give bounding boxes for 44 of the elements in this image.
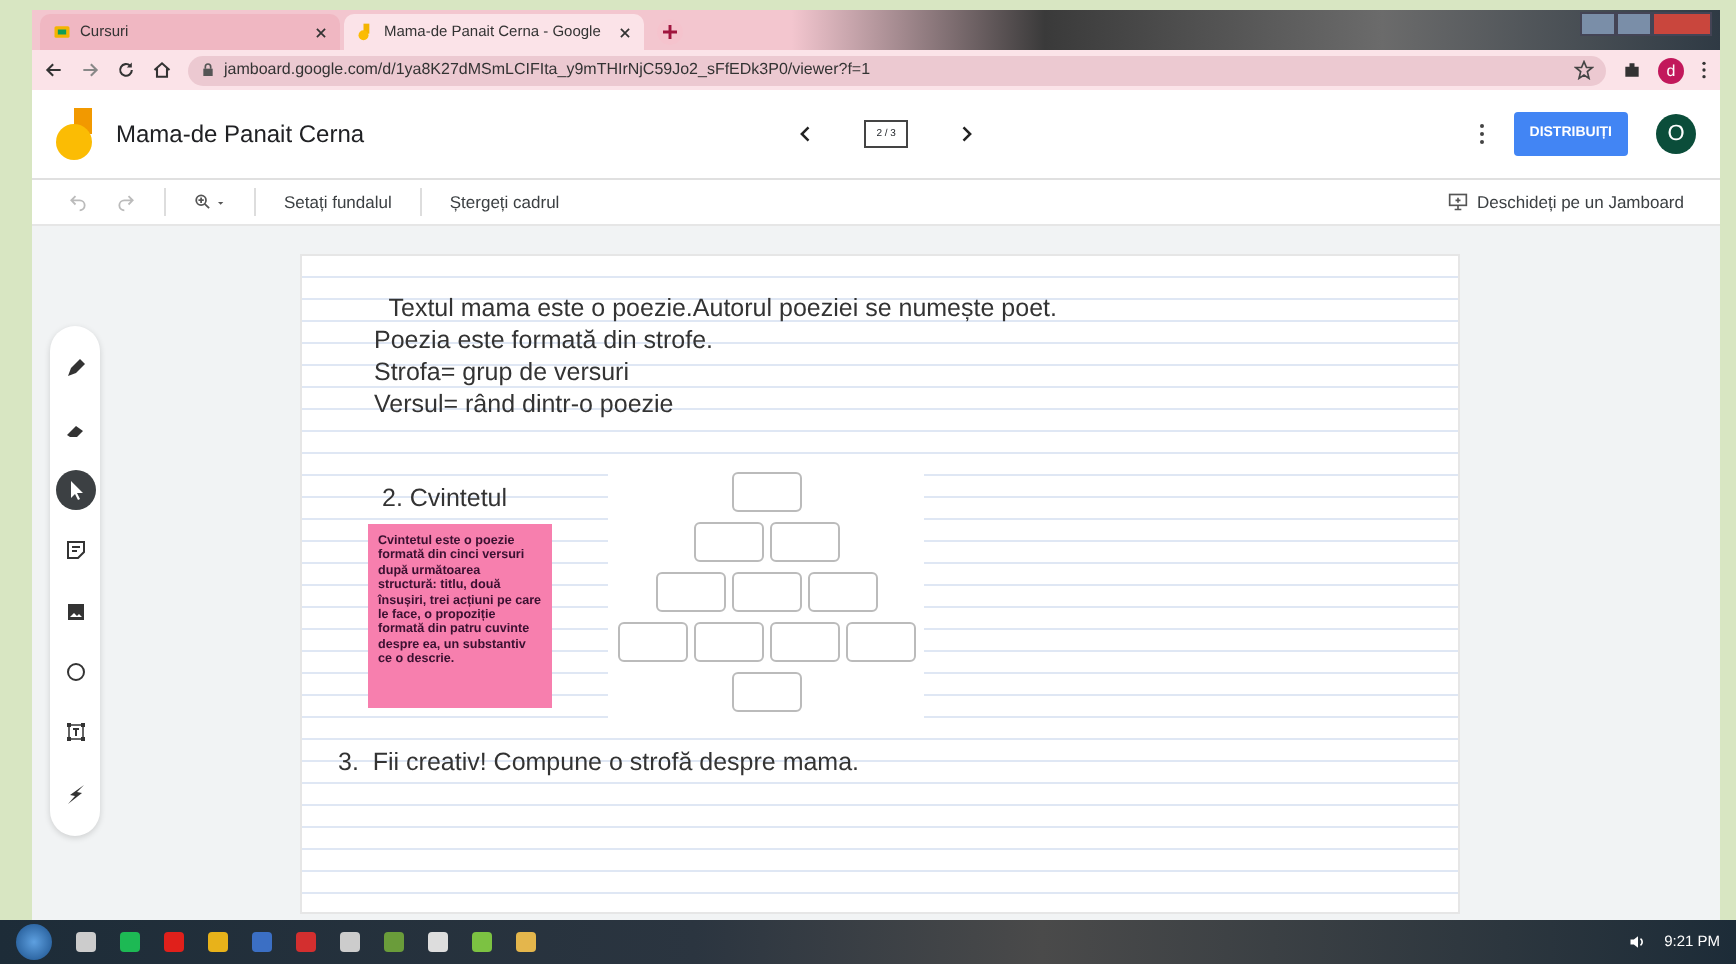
profile-avatar[interactable]: d — [1658, 57, 1684, 83]
text-box-icon — [63, 720, 87, 745]
taskbar-app-icon[interactable] — [120, 932, 140, 952]
circle-icon — [63, 660, 87, 685]
volume-icon[interactable] — [1628, 932, 1649, 952]
monitor-icon — [1445, 192, 1470, 212]
toolbar-button[interactable]: Setați fundalul — [284, 189, 392, 215]
account-avatar[interactable]: O — [1656, 114, 1696, 154]
toolbar-button[interactable]: Ștergeți cadrul — [449, 189, 560, 215]
window-controls[interactable] — [1580, 12, 1712, 36]
taskbar-app-icon[interactable] — [384, 932, 404, 952]
forward-icon[interactable] — [80, 60, 100, 80]
text-line: Poezia este formată din strofe. — [374, 324, 716, 356]
text-line: Strofa= grup de versuri — [374, 356, 631, 388]
tool-button[interactable] — [55, 469, 95, 510]
text-line: Versul= rând dintr-o poezie — [374, 388, 676, 420]
taskbar-app-icon[interactable] — [340, 932, 360, 952]
close-icon[interactable] — [314, 25, 328, 39]
pen-icon — [63, 356, 87, 381]
home-icon[interactable] — [152, 60, 172, 80]
star-icon[interactable] — [1574, 60, 1594, 80]
board-title: Mama-de Panait Cerna — [116, 118, 365, 152]
address-bar[interactable]: jamboard.google.com/d/1ya8K27dMSmLCIFIta_y9mTHIrNjC59Jo2_sFfEDk3P0/viewer?f=1 — [188, 55, 1606, 85]
text-line: Textul mama este o poezie.Autorul poeziei se numește poet. — [386, 292, 1057, 324]
sticky-note-icon — [63, 538, 87, 563]
lock-icon — [200, 62, 216, 78]
taskbar-app-icon[interactable] — [472, 932, 492, 952]
section-heading: 2. Cvintetul — [382, 482, 508, 516]
taskbar-app-icon[interactable] — [76, 932, 96, 952]
more-icon[interactable] — [1477, 122, 1486, 146]
close-icon[interactable] — [618, 25, 632, 39]
taskbar-app-icon[interactable] — [208, 932, 228, 952]
image-icon — [63, 599, 87, 624]
zoom-icon[interactable] — [194, 192, 226, 212]
classroom-icon — [52, 22, 72, 42]
section-heading: 3. Fii creativ! Compune o strofă despre mama. — [338, 746, 860, 780]
back-icon[interactable] — [44, 60, 64, 80]
reload-icon[interactable] — [116, 60, 136, 80]
taskbar-app-icon[interactable] — [516, 932, 536, 952]
more-icon[interactable] — [1700, 60, 1708, 80]
start-button[interactable] — [16, 924, 52, 960]
open-on-jamboard-button[interactable]: Deschideți pe un Jamboard — [1445, 189, 1684, 215]
taskbar-app-icon[interactable] — [428, 932, 448, 952]
laser-icon — [63, 781, 87, 806]
